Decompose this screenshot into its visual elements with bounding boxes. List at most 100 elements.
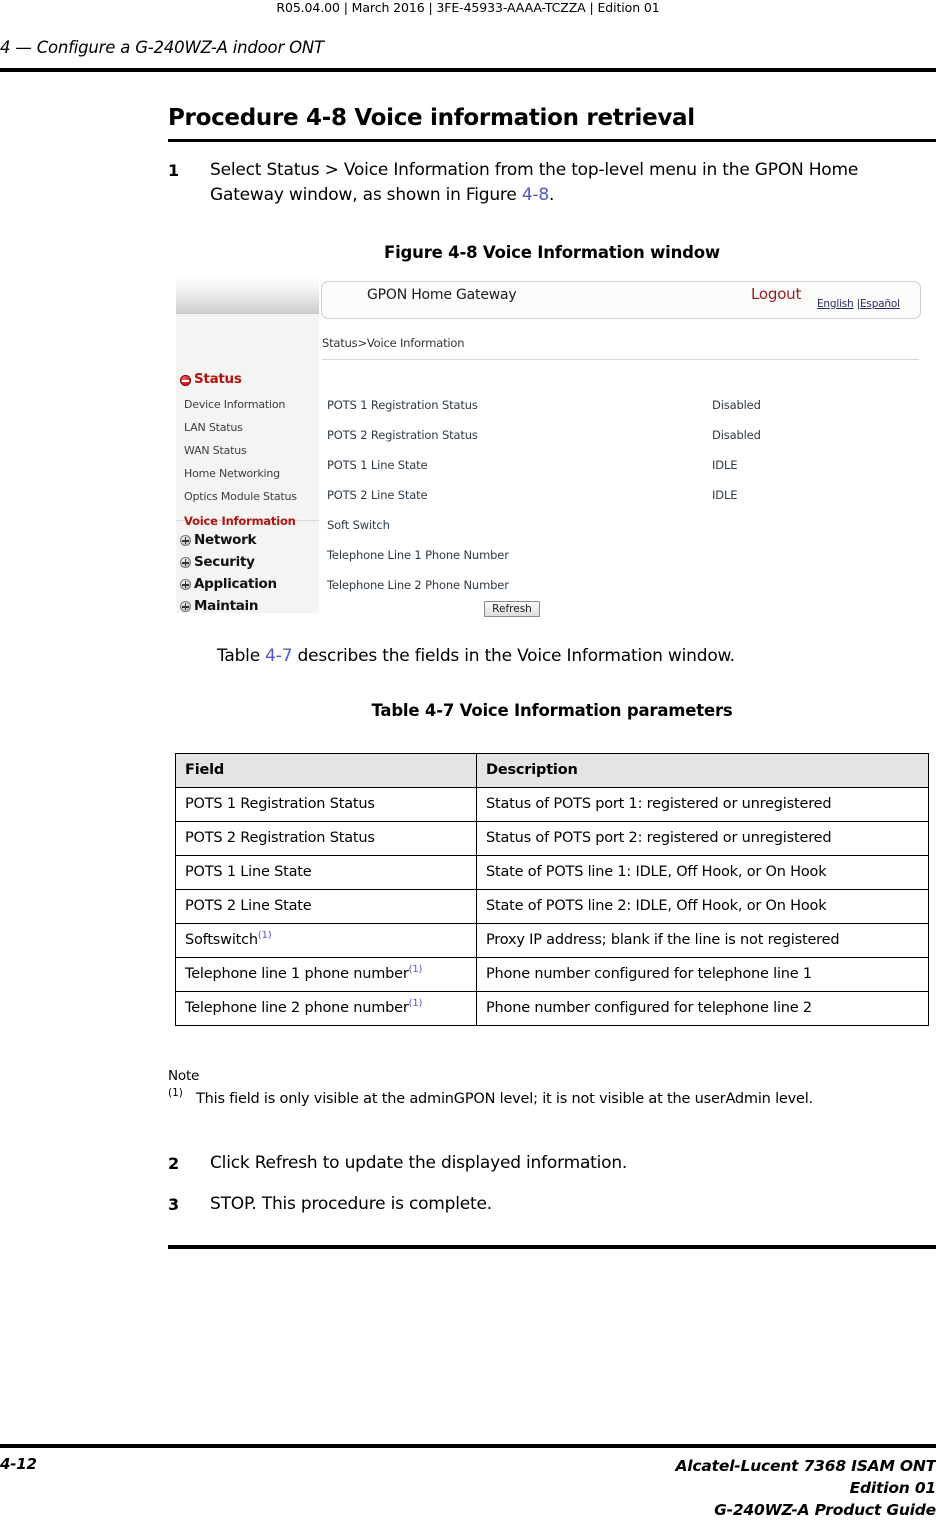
sidebar-group-network[interactable]: Network bbox=[194, 532, 257, 548]
field-label-pots1-registration-status: POTS 1 Registration Status bbox=[327, 398, 478, 412]
footer-product-info: Alcatel-Lucent 7368 ISAM ONT Edition 01 … bbox=[336, 1455, 936, 1521]
table-row: POTS 2 Registration Status Status of POT… bbox=[175, 821, 929, 856]
table-row: POTS 2 Line State State of POTS line 2: … bbox=[175, 889, 929, 924]
cell-field-text: Telephone line 2 phone number bbox=[185, 1000, 409, 1016]
page-number: 4-12 bbox=[0, 1455, 37, 1473]
minus-circle-icon[interactable] bbox=[180, 375, 191, 386]
cell-field: Telephone line 2 phone number(1) bbox=[175, 991, 477, 1026]
field-label-pots2-registration-status: POTS 2 Registration Status bbox=[327, 428, 478, 442]
step-number: 1 bbox=[168, 161, 179, 180]
sidebar-item-lan-status[interactable]: LAN Status bbox=[184, 421, 243, 434]
field-value-pots1-registration-status: Disabled bbox=[712, 398, 761, 412]
cell-field: Softswitch(1) bbox=[175, 923, 477, 958]
column-header-description: Description bbox=[476, 753, 929, 788]
cell-description: Status of POTS port 2: registered or unr… bbox=[476, 821, 929, 856]
field-label-soft-switch: Soft Switch bbox=[327, 518, 390, 532]
step-text-after: . bbox=[548, 185, 555, 205]
footer-rule bbox=[0, 1444, 936, 1448]
voice-information-parameters-table: Field Description POTS 1 Registration St… bbox=[175, 753, 929, 1026]
sidebar-group-security[interactable]: Security bbox=[194, 554, 255, 570]
sidebar-item-voice-information[interactable]: Voice Information bbox=[184, 514, 296, 528]
cell-field-text: POTS 1 Line State bbox=[185, 864, 312, 880]
table-intro-after: describes the fields in the Voice Inform… bbox=[292, 646, 736, 666]
footer-line-3: G-240WZ-A Product Guide bbox=[714, 1501, 936, 1519]
language-spanish-link[interactable]: Español bbox=[860, 298, 900, 310]
sidebar-item-home-networking[interactable]: Home Networking bbox=[184, 467, 280, 480]
language-english-link[interactable]: English bbox=[817, 298, 854, 310]
app-title: GPON Home Gateway bbox=[367, 287, 517, 303]
table-row: POTS 1 Line State State of POTS line 1: … bbox=[175, 855, 929, 890]
field-value-pots1-line-state: IDLE bbox=[712, 458, 738, 472]
sidebar-group-status[interactable]: Status bbox=[194, 371, 242, 387]
cell-field: POTS 2 Registration Status bbox=[175, 821, 477, 856]
document-revision-meta: R05.04.00 | March 2016 | 3FE-45933-AAAA-… bbox=[276, 0, 660, 15]
gpon-sidebar: Status Device Information LAN Status WAN… bbox=[176, 276, 319, 618]
cell-description: Status of POTS port 1: registered or unr… bbox=[476, 787, 929, 822]
sidebar-item-optics-module-status[interactable]: Optics Module Status bbox=[184, 490, 297, 503]
procedure-end-rule bbox=[168, 1245, 936, 1249]
cell-field: POTS 1 Line State bbox=[175, 855, 477, 890]
logout-link[interactable]: Logout bbox=[751, 285, 801, 303]
table-header-row: Field Description bbox=[175, 753, 929, 788]
field-label-pots2-line-state: POTS 2 Line State bbox=[327, 488, 428, 502]
cell-field-text: POTS 1 Registration Status bbox=[185, 796, 375, 812]
breadcrumb: Status>Voice Information bbox=[322, 336, 465, 350]
step-text: Select Status > Voice Information from t… bbox=[210, 158, 936, 208]
footer-line-1: Alcatel-Lucent 7368 ISAM ONT bbox=[675, 1457, 936, 1475]
field-value-pots2-registration-status: Disabled bbox=[712, 428, 761, 442]
cell-description: Phone number configured for telephone li… bbox=[476, 957, 929, 992]
cell-description: State of POTS line 1: IDLE, Off Hook, or… bbox=[476, 855, 929, 890]
cell-field-text: Telephone line 1 phone number bbox=[185, 966, 409, 982]
column-header-field: Field bbox=[175, 753, 477, 788]
cell-field: POTS 2 Line State bbox=[175, 889, 477, 924]
sidebar-group-maintain[interactable]: Maintain bbox=[194, 598, 258, 614]
figure-caption: Figure 4-8 Voice Information window bbox=[384, 243, 720, 262]
field-label-pots1-line-state: POTS 1 Line State bbox=[327, 458, 428, 472]
table-cross-reference[interactable]: 4-7 bbox=[265, 646, 292, 666]
refresh-button[interactable]: Refresh bbox=[484, 601, 540, 617]
footnote-marker: (1) bbox=[408, 964, 423, 976]
cell-field: Telephone line 1 phone number(1) bbox=[175, 957, 477, 992]
sidebar-group-application[interactable]: Application bbox=[194, 576, 277, 592]
header-rule bbox=[0, 68, 936, 72]
cell-field-text: Softswitch bbox=[185, 932, 258, 948]
figure-screenshot: Status Device Information LAN Status WAN… bbox=[176, 276, 928, 618]
table-row: Telephone line 1 phone number(1) Phone n… bbox=[175, 957, 929, 992]
page-title: Procedure 4-8 Voice information retrieva… bbox=[168, 105, 695, 131]
sidebar-logo-area bbox=[176, 276, 319, 314]
note-label: Note bbox=[168, 1068, 200, 1084]
cell-field-text: POTS 2 Line State bbox=[185, 898, 312, 914]
plus-circle-icon-application[interactable] bbox=[180, 579, 191, 590]
plus-circle-icon-maintain[interactable] bbox=[180, 601, 191, 612]
sidebar-item-device-information[interactable]: Device Information bbox=[184, 398, 285, 411]
table-caption: Table 4-7 Voice Information parameters bbox=[371, 701, 733, 720]
cell-field: POTS 1 Registration Status bbox=[175, 787, 477, 822]
field-label-telephone-line-1-phone-number: Telephone Line 1 Phone Number bbox=[327, 548, 509, 562]
cell-field-text: POTS 2 Registration Status bbox=[185, 830, 375, 846]
field-label-telephone-line-2-phone-number: Telephone Line 2 Phone Number bbox=[327, 578, 509, 592]
table-row: Softswitch(1) Proxy IP address; blank if… bbox=[175, 923, 929, 958]
language-switcher[interactable]: English |Español bbox=[817, 298, 900, 310]
content-divider bbox=[322, 359, 919, 360]
footnote-marker: (1) bbox=[408, 998, 423, 1010]
table-intro-text: Table 4-7 describes the fields in the Vo… bbox=[217, 646, 735, 666]
step-number: 3 bbox=[168, 1195, 179, 1214]
figure-cross-reference[interactable]: 4-8 bbox=[522, 185, 549, 205]
title-rule bbox=[168, 139, 936, 142]
step-text: Click Refresh to update the displayed in… bbox=[210, 1153, 628, 1173]
table-row: Telephone line 2 phone number(1) Phone n… bbox=[175, 991, 929, 1026]
note-text: This field is only visible at the adminG… bbox=[196, 1091, 813, 1107]
footer-line-2: Edition 01 bbox=[849, 1479, 936, 1497]
sidebar-item-wan-status[interactable]: WAN Status bbox=[184, 444, 247, 457]
chapter-running-head: 4 — Configure a G-240WZ-A indoor ONT bbox=[0, 38, 324, 57]
step-text: STOP. This procedure is complete. bbox=[210, 1194, 492, 1214]
cell-description: Proxy IP address; blank if the line is n… bbox=[476, 923, 929, 958]
plus-circle-icon-network[interactable] bbox=[180, 535, 191, 546]
plus-circle-icon-security[interactable] bbox=[180, 557, 191, 568]
field-value-pots2-line-state: IDLE bbox=[712, 488, 738, 502]
footnote-marker: (1) bbox=[257, 930, 272, 942]
cell-description: State of POTS line 2: IDLE, Off Hook, or… bbox=[476, 889, 929, 924]
gpon-content-pane: GPON Home Gateway Logout English |Españo… bbox=[319, 276, 928, 618]
note-marker: (1) bbox=[168, 1087, 183, 1099]
cell-description: Phone number configured for telephone li… bbox=[476, 991, 929, 1026]
